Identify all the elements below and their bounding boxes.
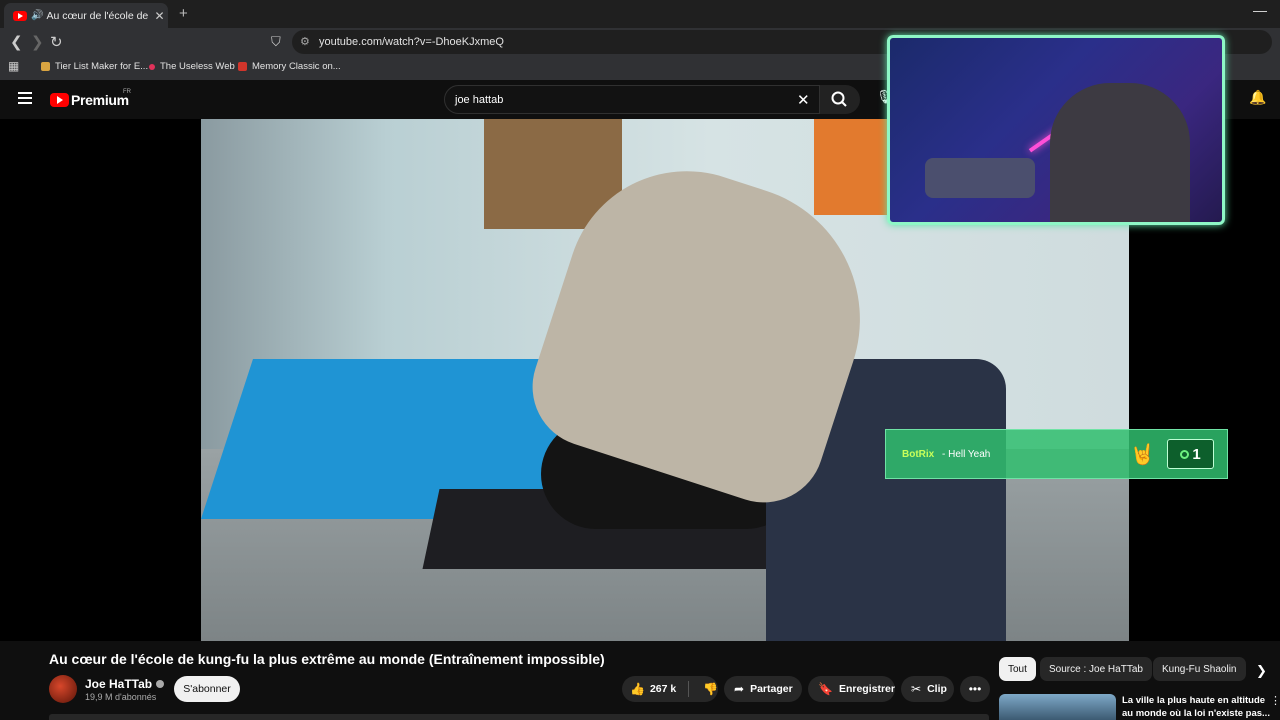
- recommended-more-icon[interactable]: ⋮: [1270, 694, 1280, 707]
- youtube-premium-logo[interactable]: Premium FR: [50, 89, 131, 108]
- bookmark-label: Memory Classic on...: [252, 61, 341, 72]
- more-icon: •••: [968, 682, 982, 696]
- video-title: Au cœur de l'école de kung-fu la plus ex…: [49, 651, 605, 667]
- scissors-icon: ✂: [911, 682, 922, 696]
- bookmark-label: Tier List Maker for E...: [55, 61, 149, 72]
- browser-tab-strip: 🔊 Au cœur de l'école de kung-fu ✕ + —: [0, 0, 1280, 28]
- thumbs-up-icon: 👍: [630, 682, 645, 696]
- search-value: joe hattab: [455, 94, 504, 106]
- alert-message: - Hell Yeah: [942, 449, 991, 460]
- subscribe-button[interactable]: S'abonner: [174, 676, 240, 702]
- close-tab-icon[interactable]: ✕: [154, 9, 164, 23]
- clear-search-icon[interactable]: ✕: [797, 91, 810, 109]
- browser-tab[interactable]: 🔊 Au cœur de l'école de kung-fu ✕: [4, 3, 168, 28]
- chip-source[interactable]: Source : Joe HaTTab: [1040, 657, 1152, 681]
- new-tab-button[interactable]: +: [179, 5, 188, 22]
- useless-web-favicon-icon: [149, 63, 155, 70]
- clip-button[interactable]: ✂ Clip: [901, 676, 954, 702]
- chip-all[interactable]: Tout: [999, 657, 1036, 681]
- webcam-sofa: [925, 158, 1035, 198]
- minimize-window-icon[interactable]: —: [1253, 2, 1267, 18]
- points-icon: [1180, 449, 1190, 459]
- dislike-button[interactable]: 👎: [695, 682, 718, 696]
- url-text: youtube.com/watch?v=-DhoeKJxmeQ: [319, 36, 504, 48]
- channel-name: Joe HaTTab: [85, 677, 153, 691]
- clip-label: Clip: [927, 683, 947, 695]
- search-button[interactable]: [820, 85, 860, 114]
- alert-count-value: 1: [1192, 445, 1201, 463]
- scene-poster: [814, 119, 888, 215]
- bookmark-page-icon[interactable]: ⛉: [271, 34, 281, 50]
- like-count: 267 k: [649, 683, 677, 695]
- apps-grid-icon[interactable]: ▦: [8, 59, 19, 73]
- share-label: Partager: [750, 683, 793, 695]
- recommended-thumbnail[interactable]: [999, 694, 1116, 720]
- bookmark-useless-web[interactable]: The Useless Web: [149, 61, 235, 72]
- rock-hand-icon: 🤘: [1130, 444, 1155, 466]
- region-code: FR: [123, 89, 131, 95]
- recommended-title[interactable]: La ville la plus haute en altitude au mo…: [1122, 694, 1272, 720]
- tab-title: Au cœur de l'école de kung-fu: [46, 9, 150, 22]
- site-info-icon[interactable]: ⚙: [300, 35, 310, 48]
- description-box[interactable]: [49, 714, 989, 720]
- save-label: Enregistrer: [838, 683, 895, 695]
- back-icon[interactable]: ❮: [10, 33, 23, 51]
- channel-name-link[interactable]: Joe HaTTab: [85, 677, 165, 691]
- menu-icon[interactable]: [18, 92, 32, 107]
- share-button[interactable]: ➦ Partager: [724, 676, 802, 702]
- alert-username: BotRix: [902, 449, 935, 460]
- chip-kung-fu-shaolin[interactable]: Kung-Fu Shaolin: [1153, 657, 1246, 681]
- like-dislike-group: 👍 267 k 👎: [622, 676, 718, 702]
- speaker-icon[interactable]: 🔊: [31, 10, 43, 21]
- webcam-streamer: [1050, 83, 1190, 222]
- save-playlist-icon: 🔖: [818, 682, 833, 696]
- youtube-favicon-icon: [13, 10, 27, 21]
- alert-counter: 1: [1167, 439, 1214, 469]
- channel-avatar[interactable]: [49, 675, 77, 703]
- bookmark-tier-list[interactable]: Tier List Maker for E...: [41, 61, 148, 72]
- search-icon: [831, 91, 847, 107]
- reload-icon[interactable]: ↻: [50, 33, 63, 51]
- subscriber-count: 19,9 M d'abonnés: [85, 692, 157, 702]
- bookmark-memory-classic[interactable]: Memory Classic on...: [238, 61, 341, 72]
- chat-alert-overlay: BotRix - Hell Yeah 🤘 1: [885, 429, 1228, 479]
- memory-classic-favicon-icon: [238, 62, 247, 71]
- streamer-webcam-overlay: [887, 35, 1225, 225]
- tier-list-favicon-icon: [41, 62, 50, 71]
- chevron-right-icon[interactable]: ❯: [1256, 663, 1267, 679]
- bookmark-label: The Useless Web: [160, 61, 235, 72]
- notifications-bell-icon[interactable]: 🔔: [1249, 89, 1266, 106]
- search-input[interactable]: joe hattab ✕: [444, 85, 820, 114]
- like-button[interactable]: 👍 267 k: [622, 681, 690, 697]
- save-button[interactable]: 🔖 Enregistrer: [808, 676, 895, 702]
- share-icon: ➦: [734, 682, 745, 696]
- youtube-play-icon: [50, 93, 69, 107]
- verified-badge-icon: [156, 680, 165, 688]
- logo-text: Premium: [71, 92, 129, 108]
- more-actions-button[interactable]: •••: [960, 676, 990, 702]
- forward-icon[interactable]: ❯: [31, 33, 44, 51]
